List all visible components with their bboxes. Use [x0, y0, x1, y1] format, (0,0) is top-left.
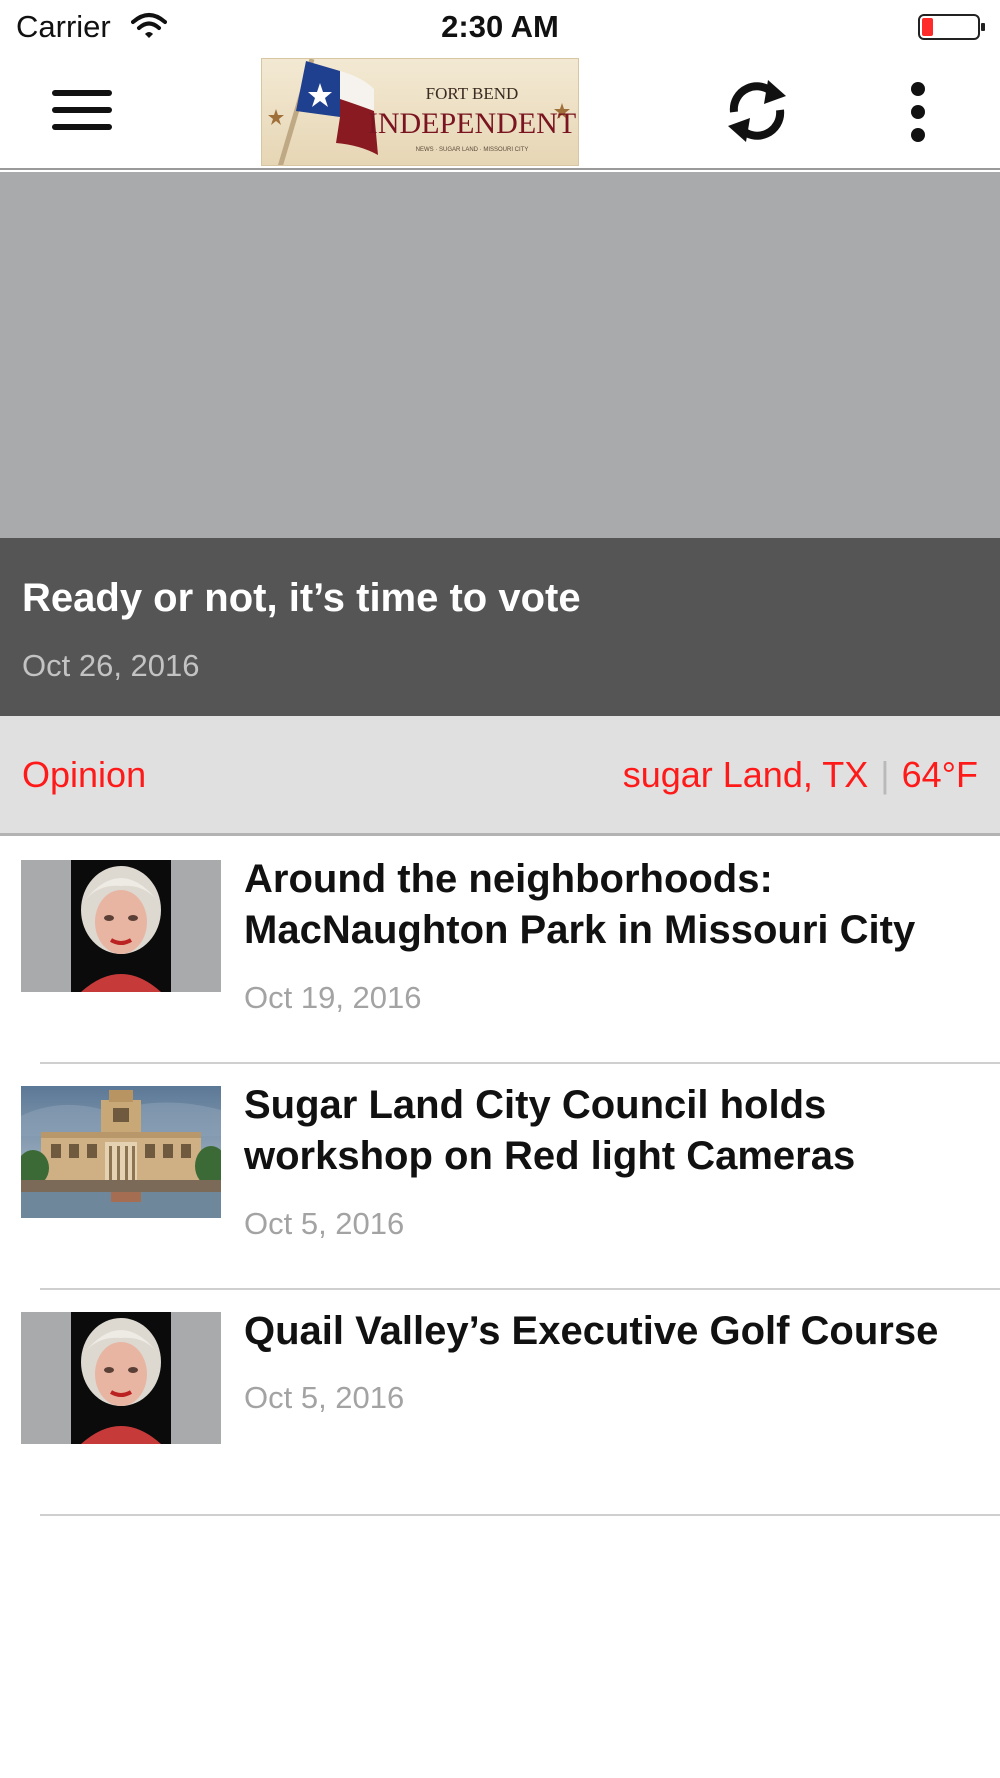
battery-icon: [918, 14, 985, 40]
portrait-image: [71, 1312, 171, 1444]
article-list-item[interactable]: Around the neighborhoods: MacNaughton Pa…: [0, 838, 1000, 1064]
logo-line2: INDEPENDENT: [368, 107, 576, 140]
texas-flag-logo-icon: FORT BEND INDEPENDENT NEWS · SUGAR LAND …: [268, 59, 576, 165]
article-thumbnail[interactable]: [21, 860, 221, 992]
category-label[interactable]: Opinion: [22, 754, 146, 796]
portrait-image: [71, 860, 171, 992]
weather-info[interactable]: sugar Land, TX | 64°F: [623, 754, 978, 796]
article-list-item[interactable]: Sugar Land City Council holds workshop o…: [0, 1064, 1000, 1290]
fort-bend-independent-logo[interactable]: FORT BEND INDEPENDENT NEWS · SUGAR LAND …: [261, 58, 579, 166]
logo-tagline: NEWS · SUGAR LAND · MISSOURI CITY: [416, 147, 529, 153]
more-vertical-icon[interactable]: [900, 82, 936, 142]
hero-caption[interactable]: Ready or not, it’s time to vote Oct 26, …: [0, 538, 1000, 716]
article-title[interactable]: Quail Valley’s Executive Golf Course: [244, 1306, 984, 1357]
location-label: sugar Land, TX: [622, 754, 869, 795]
temperature-label: 64°F: [901, 754, 978, 795]
refresh-icon[interactable]: [724, 72, 790, 148]
article-date: Oct 5, 2016: [244, 1206, 405, 1241]
logo-line1: FORT BEND: [426, 84, 519, 103]
city-hall-image: [21, 1086, 221, 1218]
article-date: Oct 5, 2016: [244, 1380, 405, 1415]
navigation-bar: FORT BEND INDEPENDENT NEWS · SUGAR LAND …: [0, 56, 1000, 170]
hero-image[interactable]: [0, 172, 1000, 538]
article-title[interactable]: Around the neighborhoods: MacNaughton Pa…: [244, 854, 984, 956]
article-thumbnail[interactable]: [21, 1312, 221, 1444]
hero-title[interactable]: Ready or not, it’s time to vote: [22, 576, 581, 621]
hero-date: Oct 26, 2016: [22, 648, 200, 683]
list-divider: [40, 1514, 1000, 1516]
article-title[interactable]: Sugar Land City Council holds workshop o…: [244, 1080, 984, 1182]
clock: 2:30 AM: [441, 9, 559, 44]
hamburger-menu-icon[interactable]: [50, 86, 114, 134]
status-bar: Carrier 2:30 AM: [0, 0, 1000, 56]
article-thumbnail[interactable]: [21, 1086, 221, 1218]
article-list-item[interactable]: Quail Valley’s Executive Golf Course Oct…: [0, 1290, 1000, 1516]
article-date: Oct 19, 2016: [244, 980, 422, 1015]
category-bar: Opinion sugar Land, TX | 64°F: [0, 716, 1000, 836]
weather-separator: |: [880, 754, 890, 795]
